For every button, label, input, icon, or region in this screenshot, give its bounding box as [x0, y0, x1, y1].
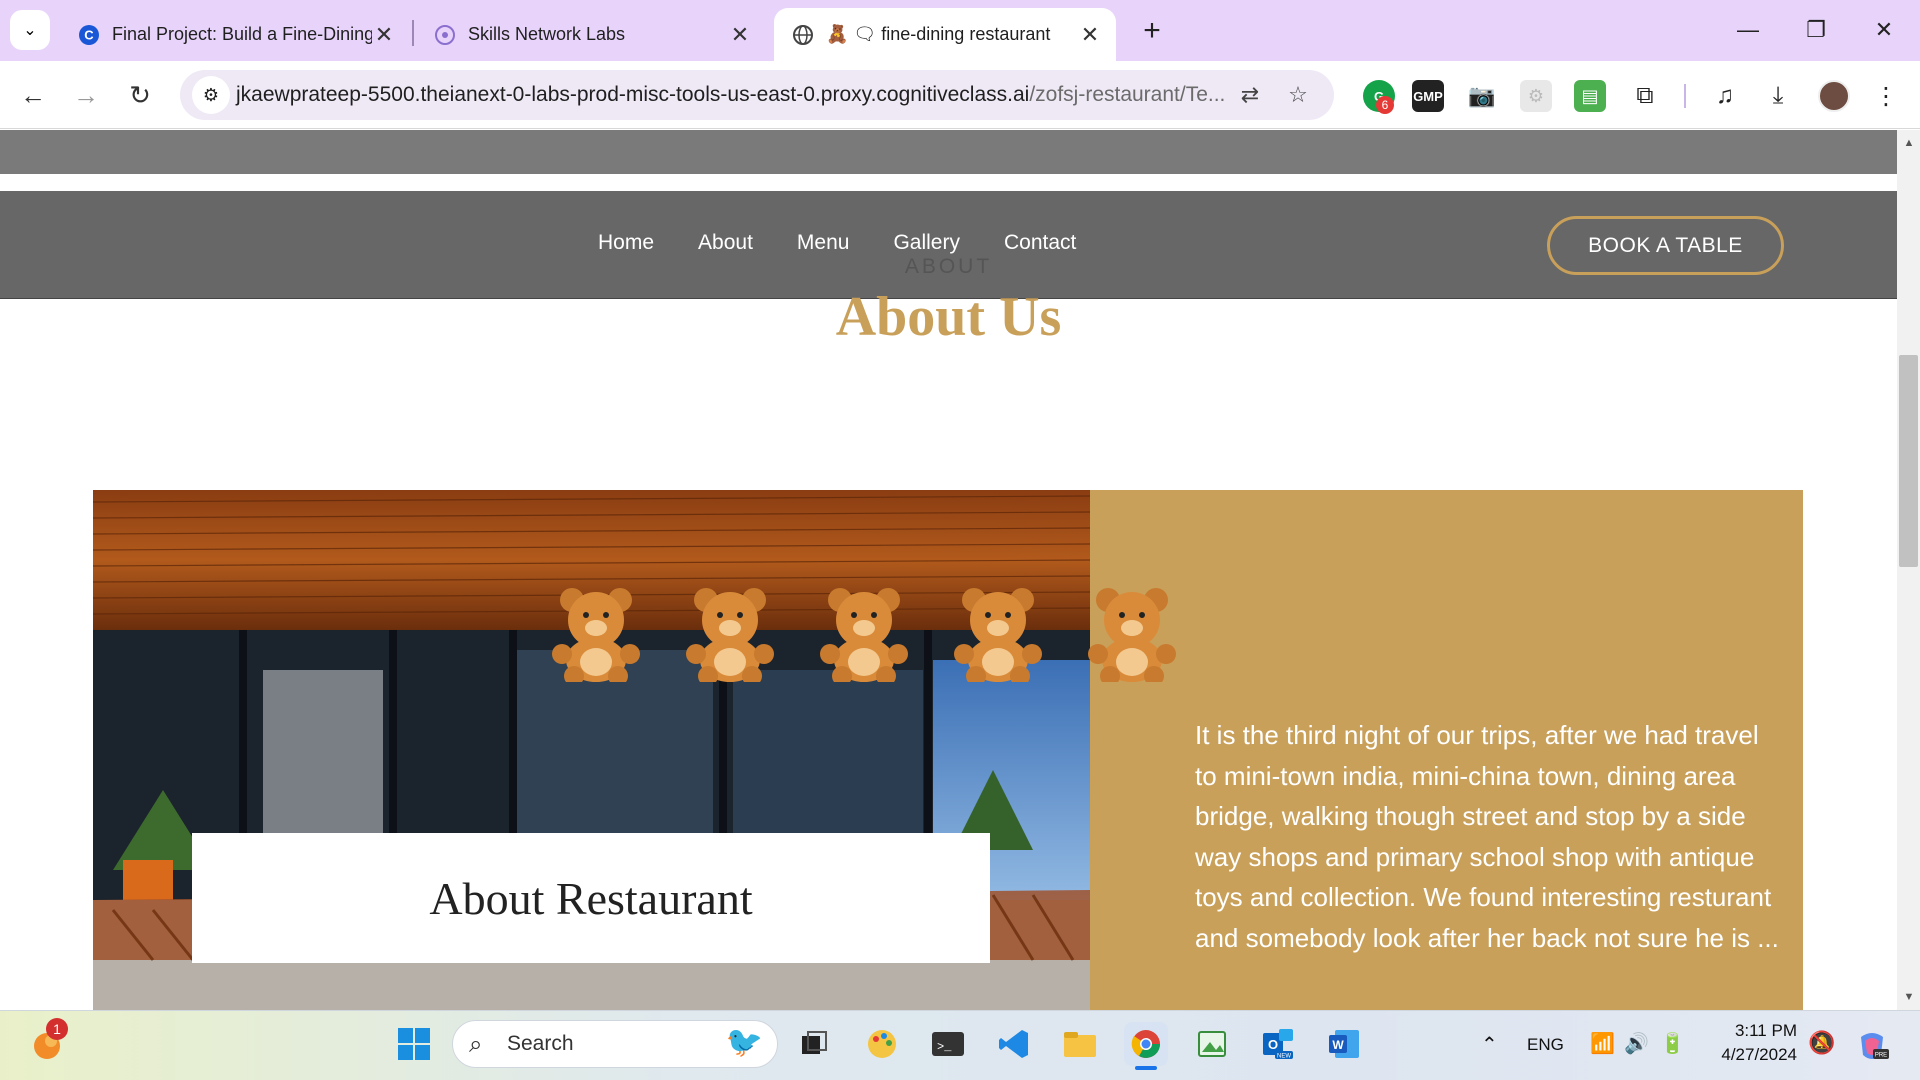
- wifi-icon[interactable]: 📶: [1590, 1031, 1615, 1056]
- scrollbar-thumb[interactable]: [1899, 355, 1918, 567]
- bookmark-star-icon[interactable]: ☆: [1280, 77, 1316, 113]
- teddy-bear-icon: [1088, 588, 1176, 682]
- svg-text:W: W: [1332, 1038, 1344, 1052]
- active-app-indicator: [1135, 1066, 1157, 1070]
- tab-search-button[interactable]: ⌄: [10, 10, 50, 50]
- toolbar-divider: [1684, 84, 1686, 108]
- site-navbar: Home About Menu Gallery Contact BOOK A T…: [0, 191, 1897, 299]
- chrome-icon[interactable]: [1124, 1022, 1168, 1066]
- new-tab-button[interactable]: +: [1135, 14, 1169, 48]
- vscode-icon[interactable]: [992, 1022, 1036, 1066]
- about-description: It is the third night of our trips, afte…: [1195, 720, 1779, 953]
- outlook-new-icon[interactable]: O NEW: [1256, 1022, 1300, 1066]
- scroll-down-icon[interactable]: ▼: [1900, 988, 1918, 1006]
- task-view-icon[interactable]: [792, 1022, 836, 1066]
- back-button[interactable]: ←: [13, 75, 53, 115]
- globe-icon: [792, 24, 814, 46]
- svg-text:PRE: PRE: [1875, 1053, 1887, 1059]
- notification-badge: 1: [46, 1018, 68, 1040]
- page-viewport: Home About Menu Gallery Contact BOOK A T…: [0, 130, 1897, 1010]
- language-indicator[interactable]: ENG: [1527, 1035, 1564, 1055]
- section-title: About Us: [835, 286, 1062, 348]
- reload-button[interactable]: ↻: [120, 75, 160, 115]
- close-icon[interactable]: ✕: [372, 22, 396, 47]
- tab-strip: ⌄ C Final Project: Build a Fine-Dining ✕…: [0, 0, 1920, 61]
- tab-title: Final Project: Build a Fine-Dining: [112, 24, 372, 44]
- tab-title: Skills Network Labs: [468, 24, 626, 44]
- clock-date[interactable]: 4/27/2024: [1707, 1045, 1797, 1065]
- tab-skills-network[interactable]: Skills Network Labs ✕: [416, 8, 766, 61]
- nav-about[interactable]: About: [698, 231, 753, 255]
- url-host: jkaewprateep-5500.theianext-0-labs-prod-…: [236, 83, 1030, 106]
- svg-text:NEW: NEW: [1277, 1054, 1291, 1060]
- profile-avatar[interactable]: [1818, 80, 1850, 112]
- restore-button[interactable]: ❐: [1792, 10, 1840, 50]
- printer-icon[interactable]: ▤: [1574, 80, 1606, 112]
- puzzle-icon[interactable]: ⧉: [1627, 78, 1663, 114]
- nav-links: Home About Menu Gallery Contact: [598, 231, 1076, 255]
- tray-overflow-chevron-icon[interactable]: ⌃: [1481, 1032, 1498, 1057]
- extension-badge: 6: [1376, 96, 1394, 114]
- svg-text:>_: >_: [937, 1040, 952, 1054]
- about-restaurant-card: About Restaurant: [192, 833, 990, 963]
- search-icon: ⌕: [469, 1031, 483, 1058]
- minimize-button[interactable]: —: [1724, 10, 1772, 50]
- image-editor-icon[interactable]: [1190, 1022, 1234, 1066]
- teddy-bear-icon: [552, 588, 640, 682]
- forward-button[interactable]: →: [66, 75, 106, 115]
- gmp-icon[interactable]: GMP: [1412, 80, 1444, 112]
- section-kicker: ABOUT: [904, 255, 993, 278]
- svg-text:C: C: [84, 27, 94, 42]
- page-scrollbar[interactable]: [1897, 130, 1920, 1010]
- url-path: /zofsj-restaurant/Te...: [1029, 83, 1226, 106]
- tab-final-project[interactable]: C Final Project: Build a Fine-Dining ✕: [60, 8, 410, 61]
- tab-divider: [412, 20, 414, 46]
- nav-menu[interactable]: Menu: [797, 231, 850, 255]
- translate-icon[interactable]: ⇄: [1232, 77, 1268, 113]
- clock-time[interactable]: 3:11 PM: [1717, 1021, 1797, 1041]
- scroll-up-icon[interactable]: ▲: [1900, 134, 1918, 152]
- word-icon[interactable]: W: [1322, 1022, 1366, 1066]
- nav-contact[interactable]: Contact: [1004, 231, 1076, 255]
- copilot-icon[interactable]: PRE: [1850, 1024, 1894, 1068]
- tab-title: 🧸 🗨 fine-dining restaurant: [826, 24, 1051, 44]
- settings-ghost-icon[interactable]: ⚙: [1520, 80, 1552, 112]
- start-windows-icon[interactable]: [392, 1022, 436, 1066]
- teddy-bear-icon: [954, 588, 1042, 682]
- coursera-icon: C: [78, 24, 100, 46]
- taskbar-search-box[interactable]: ⌕ Search 🐦: [452, 1020, 778, 1068]
- close-icon[interactable]: ✕: [728, 22, 752, 47]
- menu-kebab-icon[interactable]: ⋮: [1868, 78, 1904, 114]
- battery-icon[interactable]: 🔋: [1660, 1031, 1685, 1056]
- search-bird-icon: 🐦: [725, 1026, 763, 1059]
- teddy-bear-icon: [686, 588, 774, 682]
- camera-icon[interactable]: 📷: [1466, 80, 1498, 112]
- paint-icon[interactable]: [860, 1022, 904, 1066]
- teddy-bear-icon: [820, 588, 908, 682]
- volume-icon[interactable]: 🔊: [1624, 1031, 1649, 1056]
- media-icon[interactable]: ♫: [1707, 78, 1743, 114]
- chevron-down-icon: ⌄: [23, 22, 37, 39]
- top-info-bar: [0, 130, 1897, 174]
- close-window-button[interactable]: ✕: [1860, 10, 1908, 50]
- download-icon[interactable]: ⤓: [1760, 78, 1796, 114]
- file-explorer-icon[interactable]: [1058, 1022, 1102, 1066]
- nav-home[interactable]: Home: [598, 231, 654, 255]
- about-description-panel: It is the third night of our trips, afte…: [1090, 490, 1803, 1010]
- tab-fine-dining[interactable]: 🧸 🗨 fine-dining restaurant ✕: [774, 8, 1116, 61]
- terminal-icon[interactable]: >_: [926, 1022, 970, 1066]
- site-info-icon[interactable]: ⚙: [192, 76, 230, 114]
- nav-gallery[interactable]: Gallery: [893, 231, 960, 255]
- close-icon[interactable]: ✕: [1078, 22, 1102, 47]
- teddy-bear-row: [548, 582, 1180, 692]
- focus-bell-icon[interactable]: 🔕: [1808, 1030, 1835, 1056]
- svg-text:O: O: [1268, 1037, 1278, 1052]
- skills-network-icon: [434, 24, 456, 46]
- search-placeholder: Search: [507, 1032, 574, 1055]
- address-bar[interactable]: ⚙ jkaewprateep-5500.theianext-0-labs-pro…: [180, 70, 1334, 120]
